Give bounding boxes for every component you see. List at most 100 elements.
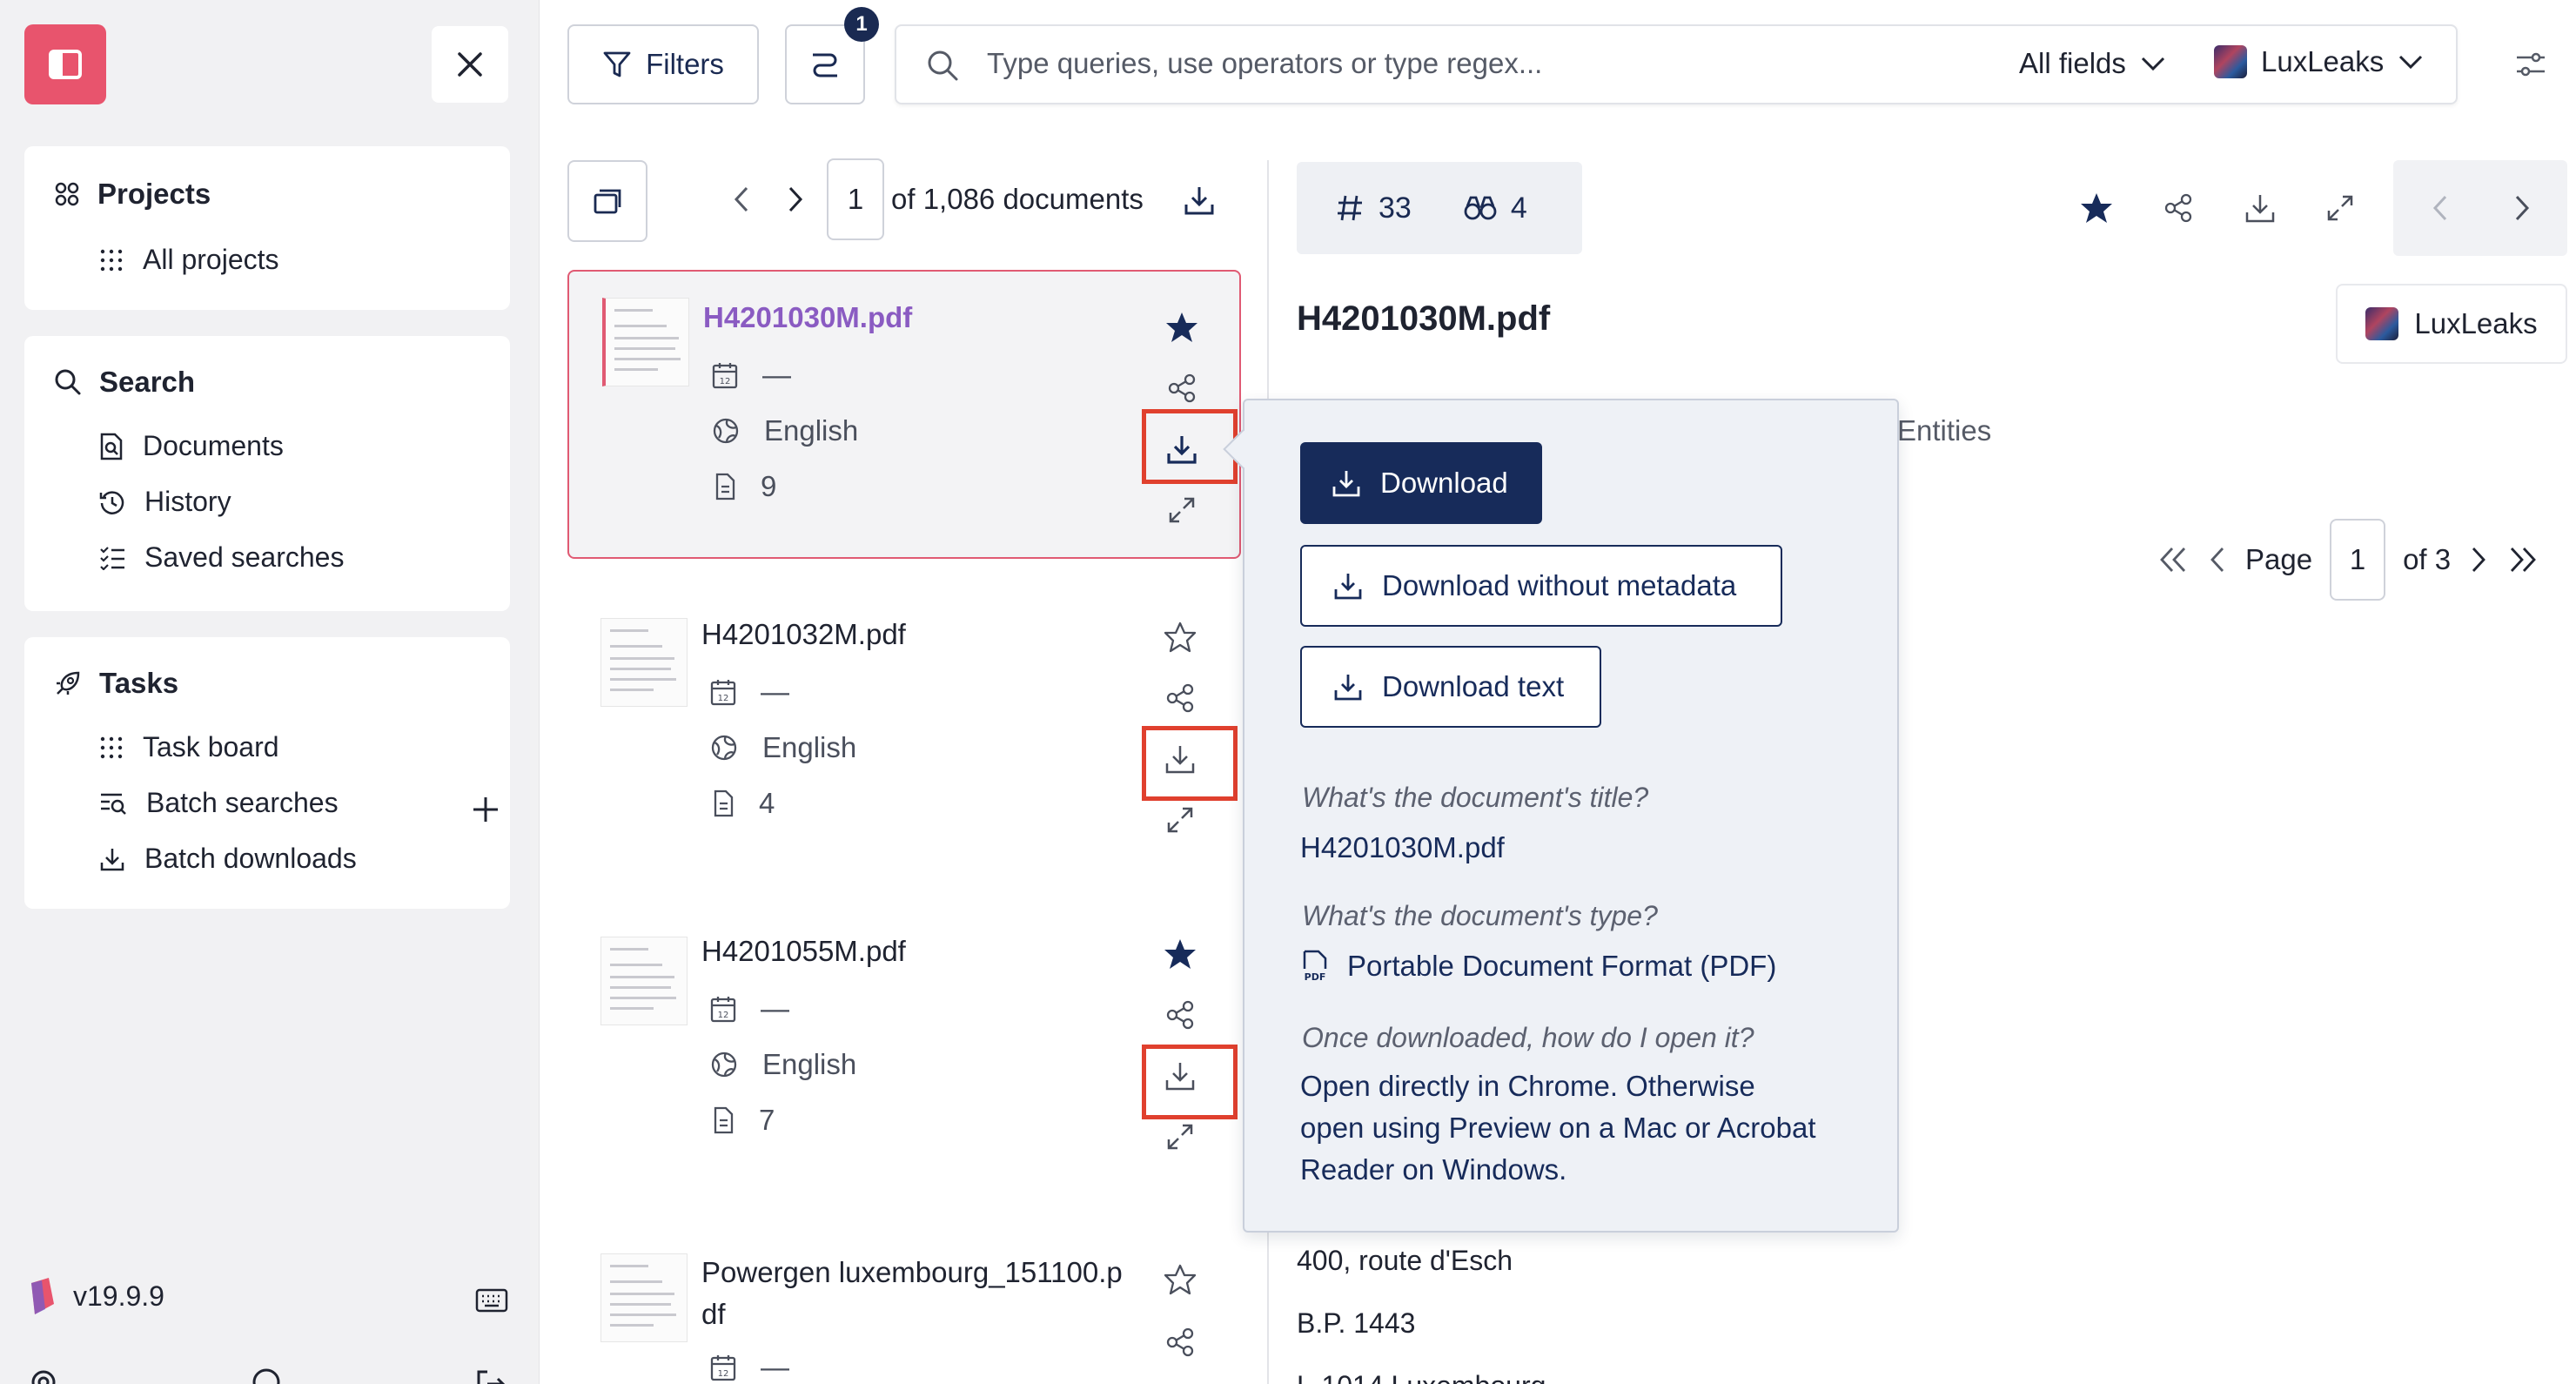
page-input[interactable]: 1 (2330, 519, 2386, 601)
expand-button[interactable] (1159, 1116, 1201, 1158)
answer-open-line: Reader on Windows. (1300, 1153, 1567, 1186)
list-page-input[interactable]: 1 (827, 158, 884, 240)
sidebar-item-label: Batch downloads (144, 843, 357, 874)
expand-button[interactable] (1161, 489, 1203, 531)
answer-title: H4201030M.pdf (1300, 831, 1505, 863)
document-thumbnail (602, 298, 689, 386)
toggle-sidebar-button[interactable] (24, 24, 106, 104)
projects-heading[interactable]: Projects (54, 178, 211, 211)
previous-page-icon[interactable] (2207, 545, 2228, 574)
document-pages-value: 7 (759, 1104, 775, 1136)
sidebar-item-all-projects[interactable]: All projects (99, 244, 279, 276)
document-card[interactable]: H4201055M.pdf 12 — English 7 (567, 905, 1241, 1194)
sidebar-item-documents[interactable]: Documents (99, 430, 284, 462)
document-title[interactable]: Powergen luxembourg_151100.p df (701, 1252, 1123, 1335)
search-input[interactable]: Type queries, use operators or type rege… (987, 47, 1542, 80)
sidebar-item-label: Batch searches (146, 787, 339, 818)
next-page-icon[interactable] (2468, 545, 2489, 574)
sliders-icon[interactable] (2515, 50, 2546, 78)
download-all-icon[interactable] (1184, 185, 1215, 216)
star-filled-icon (1164, 939, 1196, 969)
previous-document-icon[interactable] (2430, 193, 2451, 223)
document-card[interactable]: H4201032M.pdf 12 — English 4 (567, 587, 1241, 876)
expand-icon (1167, 1124, 1193, 1150)
first-page-icon[interactable] (2158, 545, 2190, 574)
viewer-download-button[interactable] (2238, 186, 2282, 230)
filter-icon (603, 51, 631, 77)
sidebar-item-label: Documents (143, 430, 284, 461)
sidebar-item-label: Task board (143, 731, 279, 763)
chevron-right-icon[interactable] (785, 185, 806, 214)
batch-search-icon (101, 793, 126, 815)
star-button[interactable] (1159, 933, 1201, 975)
star-filled-icon (2081, 193, 2112, 223)
recommendations-count[interactable]: 4 (1464, 191, 1527, 225)
download-button[interactable]: Download (1300, 442, 1542, 524)
sidebar-item-label: Saved searches (144, 541, 345, 573)
sidebar-item-label: All projects (143, 244, 279, 275)
download-icon (2245, 195, 2275, 223)
share-button[interactable] (1159, 994, 1201, 1036)
share-button[interactable] (1161, 367, 1203, 409)
documents-count: of 1,086 documents (891, 183, 1144, 215)
last-page-icon[interactable] (2506, 545, 2538, 574)
document-card[interactable]: H4201030M.pdf 12 — English 9 (567, 270, 1241, 559)
document-title[interactable]: H4201030M.pdf (703, 301, 912, 334)
filters-button[interactable]: Filters (567, 24, 759, 104)
document-project-label: LuxLeaks (2414, 307, 2538, 339)
share-button[interactable] (1159, 1321, 1201, 1363)
settings-icon[interactable] (28, 1367, 59, 1384)
help-icon[interactable] (251, 1367, 282, 1384)
star-button[interactable] (1161, 306, 1203, 348)
page-label: Page (2245, 543, 2313, 575)
tasks-heading[interactable]: Tasks (54, 667, 178, 700)
document-date-value: — (761, 992, 789, 1025)
viewer-expand-button[interactable] (2318, 186, 2362, 230)
document-card[interactable]: Powergen luxembourg_151100.p df 12 — (567, 1222, 1241, 1384)
hashtag-icon (1338, 195, 1362, 221)
search-card: Search Documents History Saved searches (24, 336, 510, 611)
close-sidebar-button[interactable] (432, 26, 508, 103)
share-button[interactable] (1159, 677, 1201, 719)
add-batch-search-icon[interactable] (472, 796, 500, 823)
sidebar-item-batch-searches[interactable]: Batch searches (99, 787, 339, 819)
sidebar-item-history[interactable]: History (99, 486, 231, 518)
search-heading[interactable]: Search (54, 366, 195, 399)
calendar-icon: 12 (712, 363, 738, 389)
logout-icon[interactable] (475, 1368, 506, 1384)
fields-select[interactable]: All fields (2019, 47, 2166, 80)
project-select[interactable]: LuxLeaks (2214, 45, 2424, 78)
star-button[interactable] (1159, 1259, 1201, 1300)
binoculars-icon (1464, 196, 1497, 220)
luxleaks-logo-icon (2365, 307, 2399, 340)
download-text-label: Download text (1382, 670, 1565, 702)
viewer-share-button[interactable] (2157, 186, 2200, 230)
sidebar: Projects All projects Search Documents H… (0, 0, 540, 1384)
tab-entities[interactable]: Entities (1897, 414, 1991, 447)
keyboard-icon[interactable] (475, 1288, 508, 1313)
chevron-left-icon[interactable] (731, 185, 752, 214)
download-text-button[interactable]: Download text (1300, 646, 1601, 728)
version-label: v19.9.9 (73, 1280, 164, 1312)
page-of-label: of 3 (2403, 543, 2452, 575)
sidebar-item-task-board[interactable]: Task board (99, 731, 279, 763)
app-version: v19.9.9 (30, 1278, 164, 1314)
document-project-tag[interactable]: LuxLeaks (2336, 284, 2567, 364)
expand-button[interactable] (1159, 799, 1201, 841)
viewer-star-button[interactable] (2075, 186, 2118, 230)
star-button[interactable] (1159, 616, 1201, 658)
toggle-layout-button[interactable] (567, 160, 647, 242)
answer-type-label: Portable Document Format (PDF) (1347, 950, 1777, 982)
download-without-metadata-button[interactable]: Download without metadata (1300, 545, 1782, 627)
document-content-line: L-1014 Luxembourg (1297, 1370, 1546, 1384)
sidebar-item-batch-downloads[interactable]: Batch downloads (99, 843, 357, 875)
document-title[interactable]: H4201032M.pdf (701, 618, 906, 651)
pages-icon (714, 1106, 734, 1134)
sidebar-item-saved-searches[interactable]: Saved searches (99, 541, 344, 574)
share-icon (2164, 193, 2192, 223)
luxleaks-logo-icon (2214, 45, 2247, 78)
tags-count[interactable]: 33 (1335, 191, 1412, 225)
document-title[interactable]: H4201055M.pdf (701, 935, 906, 968)
next-document-icon[interactable] (2512, 193, 2532, 223)
pages-icon (715, 473, 735, 501)
